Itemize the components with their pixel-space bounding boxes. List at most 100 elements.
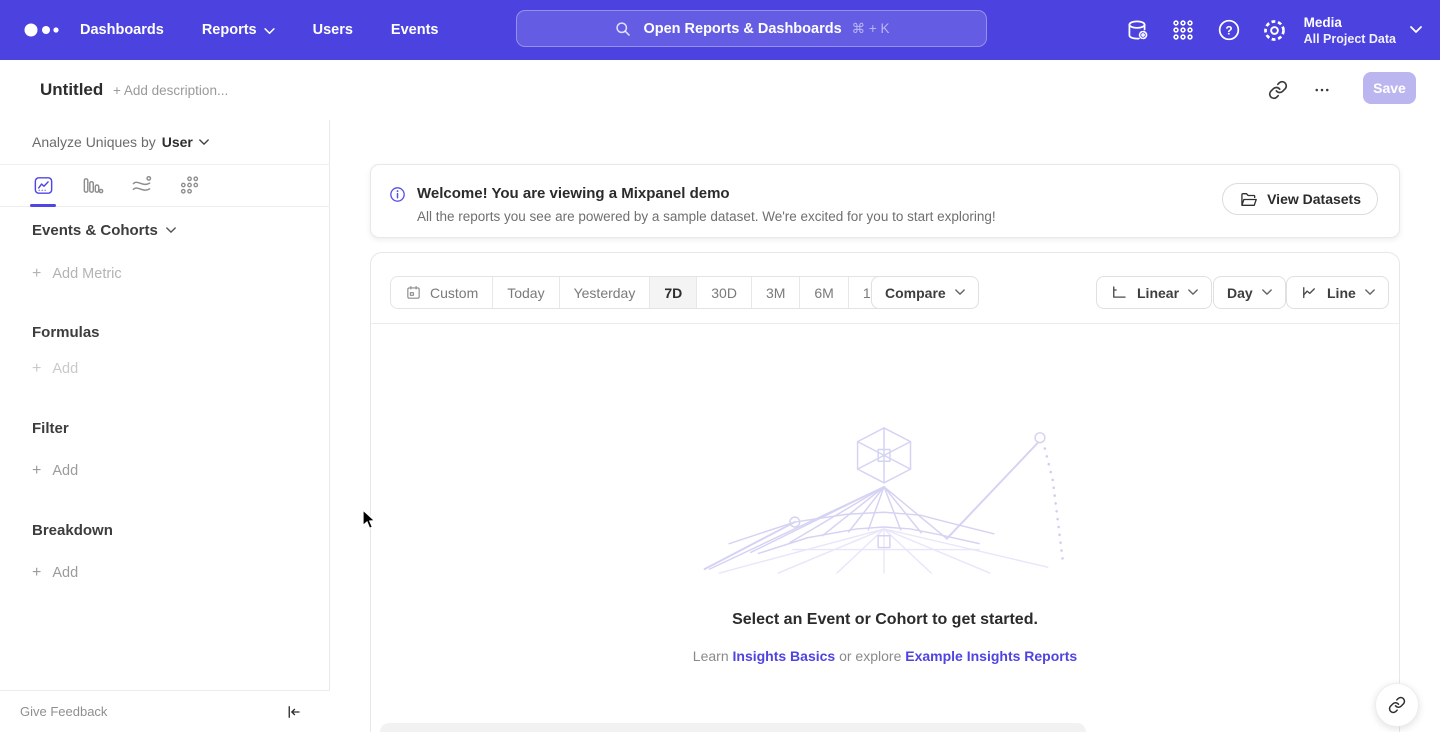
add-filter-label: Add [52,463,78,479]
share-link-fab[interactable] [1375,683,1419,727]
query-builder-sidebar: Analyze Uniques by User [0,120,330,732]
report-title[interactable]: Untitled [40,80,103,100]
chevron-down-icon [955,289,965,296]
add-formula-button[interactable]: + Add [0,360,330,378]
apps-grid-icon[interactable] [1160,0,1206,60]
interval-dropdown[interactable]: Day [1213,276,1286,309]
range-yesterday[interactable]: Yesterday [560,277,651,308]
save-button[interactable]: Save [1363,72,1416,104]
mixpanel-logo-icon[interactable] [22,20,66,40]
global-search-input[interactable]: Open Reports & Dashboards ⌘ + K [516,10,987,47]
explore-middle: or explore [839,648,901,664]
insights-basics-link[interactable]: Insights Basics [733,648,836,664]
tab-flow[interactable] [128,166,154,206]
give-feedback-link[interactable]: Give Feedback [20,704,107,719]
nav-events[interactable]: Events [391,22,439,38]
report-description-placeholder[interactable]: + Add description... [113,83,228,98]
bar-tab-icon [81,174,104,197]
more-options-button[interactable] [1305,76,1339,104]
filter-header: Filter [0,420,330,437]
project-switcher[interactable]: Media All Project Data [1304,15,1422,46]
range-3m[interactable]: 3M [752,277,800,308]
search-icon [613,19,633,39]
range-today-label: Today [507,285,544,301]
add-metric-button[interactable]: + Add Metric [0,265,330,283]
example-reports-link[interactable]: Example Insights Reports [905,648,1077,664]
chart-type-tabs [0,165,330,207]
range-6m-label: 6M [814,285,833,301]
breakdown-label: Breakdown [32,522,113,539]
range-today[interactable]: Today [493,277,559,308]
chevron-down-icon [264,28,275,35]
tab-bar-chart[interactable] [79,166,105,206]
analyze-row: Analyze Uniques by User [0,120,330,165]
events-cohorts-label: Events & Cohorts [32,222,158,239]
copy-link-button[interactable] [1261,76,1295,104]
events-cohorts-header[interactable]: Events & Cohorts [0,222,330,239]
range-3m-label: 3M [766,285,785,301]
tab-retention[interactable] [177,166,203,206]
nav-users[interactable]: Users [313,22,353,38]
chevron-down-icon [1188,289,1198,296]
analyze-prefix: Analyze Uniques by [32,134,156,150]
tab-insights[interactable] [30,166,56,206]
calendar-icon [405,284,422,301]
nav-dashboards[interactable]: Dashboards [80,22,164,38]
info-icon [389,186,406,203]
report-card: Custom Today Yesterday 7D 30D 3M 6M 12M … [370,252,1400,732]
svg-text:?: ? [1225,24,1232,38]
add-breakdown-label: Add [52,565,78,581]
plus-icon: + [32,462,41,480]
range-custom-label: Custom [430,285,478,301]
nav-reports-label: Reports [202,22,257,38]
project-name: Media [1304,15,1396,30]
add-breakdown-button[interactable]: + Add [0,564,330,582]
flow-tab-icon [130,174,153,197]
chart-type-dropdown[interactable]: Line [1286,276,1389,309]
view-datasets-button[interactable]: View Datasets [1222,183,1378,215]
date-range-control: Custom Today Yesterday 7D 30D 3M 6M 12M [390,276,905,309]
search-placeholder: Open Reports & Dashboards [643,21,841,37]
view-datasets-label: View Datasets [1267,191,1361,207]
add-metric-label: Add Metric [52,266,121,282]
collapse-sidebar-icon[interactable] [284,703,302,721]
range-custom[interactable]: Custom [391,277,493,308]
search-shortcut: ⌘ + K [852,21,890,37]
chevron-down-icon [1365,289,1375,296]
compare-button[interactable]: Compare [871,276,979,309]
plus-icon: + [32,360,41,378]
filter-label: Filter [32,420,69,437]
chart-toolbar: Custom Today Yesterday 7D 30D 3M 6M 12M … [371,253,1399,324]
primary-nav: Dashboards Reports Users Events [80,0,438,60]
insights-tab-icon [32,174,55,197]
add-filter-button[interactable]: + Add [0,462,330,480]
banner-title: Welcome! You are viewing a Mixpanel demo [417,185,730,202]
settings-gear-icon[interactable] [1252,0,1298,60]
learn-prefix: Learn [693,648,729,664]
chevron-down-icon [166,227,176,234]
data-management-icon[interactable] [1114,0,1160,60]
link-icon [1268,80,1288,100]
analyze-value: User [162,134,193,150]
empty-state-title: Select an Event or Cohort to get started… [371,611,1399,629]
results-panel-peek [380,723,1086,732]
more-icon [1313,81,1331,99]
range-7d[interactable]: 7D [650,277,697,308]
range-30d[interactable]: 30D [697,277,752,308]
scale-label: Linear [1137,285,1179,301]
nav-reports[interactable]: Reports [202,22,275,38]
analyze-value-dropdown[interactable]: User [162,134,209,150]
scale-dropdown[interactable]: Linear [1096,276,1212,309]
folder-icon [1239,191,1258,208]
breakdown-header: Breakdown [0,522,330,539]
project-scope: All Project Data [1304,32,1396,46]
chevron-down-icon [199,139,209,146]
nav-dashboards-label: Dashboards [80,22,164,38]
plus-icon: + [32,265,41,283]
add-formula-label: Add [52,361,78,377]
navbar-right: ? Media All Project Data [1114,0,1440,60]
compare-label: Compare [885,285,946,301]
range-6m[interactable]: 6M [800,277,848,308]
help-icon[interactable]: ? [1206,0,1252,60]
chevron-down-icon [1410,26,1422,34]
